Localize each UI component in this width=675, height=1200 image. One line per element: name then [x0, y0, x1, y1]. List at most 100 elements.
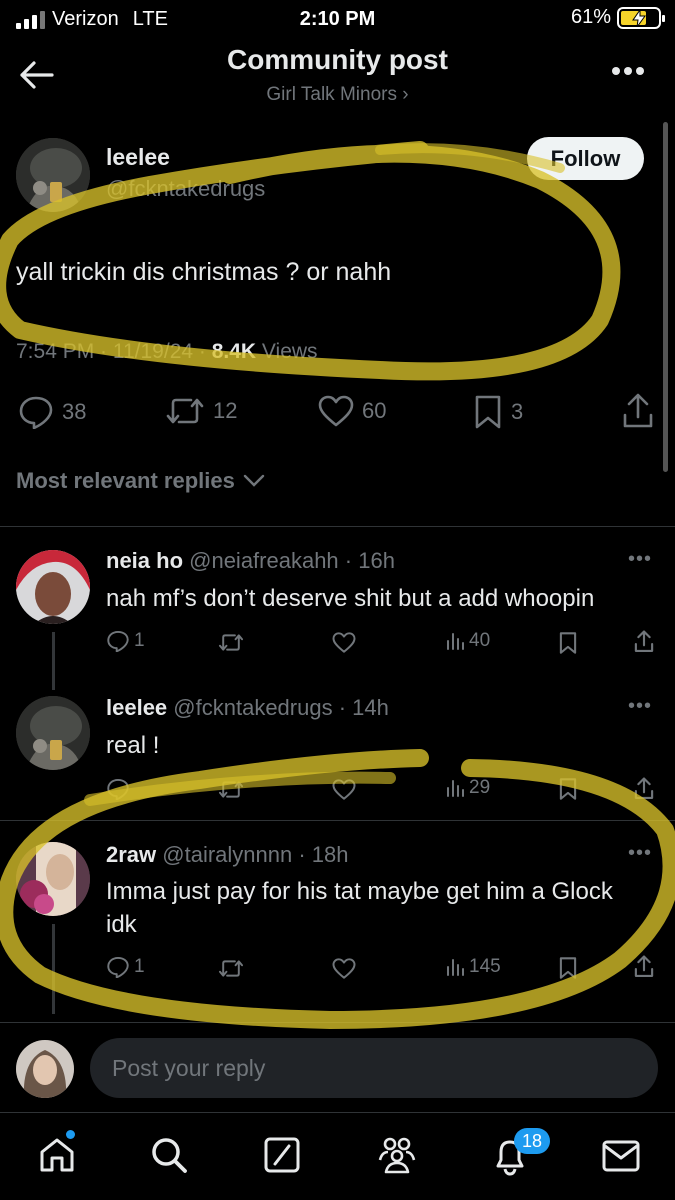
- reply-avatar[interactable]: [16, 842, 90, 916]
- bookmark-icon: [559, 632, 577, 654]
- reply-reply-action[interactable]: [106, 778, 130, 800]
- bookmark-action[interactable]: 3: [473, 395, 523, 429]
- sort-dropdown[interactable]: Most relevant replies: [16, 468, 265, 494]
- like-icon: [332, 632, 356, 653]
- bookmark-count: 3: [511, 399, 524, 424]
- repost-icon: [166, 398, 204, 424]
- scrollbar[interactable]: [663, 122, 668, 472]
- share-icon: [634, 630, 654, 652]
- views-icon: [447, 780, 464, 797]
- post-author-handle[interactable]: @fckntakedrugs: [106, 176, 265, 202]
- divider: [0, 1022, 675, 1023]
- repost-icon: [218, 781, 244, 798]
- follow-button[interactable]: Follow: [527, 137, 644, 180]
- thread-line: [52, 632, 55, 690]
- reply-author-meta: @neiafreakahh · 16h: [183, 548, 395, 573]
- thread-line: [52, 924, 55, 1014]
- bookmark-icon: [559, 957, 577, 979]
- home-notification-dot: [66, 1130, 75, 1139]
- reply-text-line: idk: [106, 911, 137, 938]
- reply-icon: [107, 630, 129, 652]
- reply-reply-action[interactable]: 1: [106, 956, 145, 978]
- tab-messages[interactable]: [602, 1140, 640, 1172]
- reply-action[interactable]: 38: [18, 395, 86, 429]
- reply-bookmark-action[interactable]: [558, 778, 578, 800]
- battery-group: 61%: [571, 6, 665, 29]
- reply-bookmark-action[interactable]: [558, 957, 578, 979]
- repost-icon: [218, 634, 244, 651]
- like-action[interactable]: 60: [318, 395, 386, 427]
- search-icon: [152, 1138, 187, 1173]
- reply-author-name[interactable]: 2raw: [106, 842, 156, 867]
- tab-search[interactable]: [150, 1136, 188, 1174]
- more-button[interactable]: [611, 66, 645, 76]
- reply-avatar[interactable]: [16, 550, 90, 624]
- post-meta: 7:54 PM · 11/19/24 · 8.4K Views: [16, 340, 318, 364]
- reply-icon: [19, 396, 53, 429]
- reply-icon: [107, 956, 129, 978]
- reply-share-action[interactable]: [634, 630, 654, 653]
- views-icon: [447, 959, 464, 976]
- reply-bookmark-action[interactable]: [558, 632, 578, 654]
- tab-bar: [0, 1112, 675, 1200]
- reply-input[interactable]: Post your reply: [90, 1038, 658, 1098]
- reply-share-action[interactable]: [634, 777, 654, 800]
- reply-more-button[interactable]: •••: [628, 842, 652, 865]
- reply-more-button[interactable]: •••: [628, 695, 652, 718]
- divider: [0, 820, 675, 821]
- avatar-photo: [16, 138, 90, 212]
- bookmark-icon: [475, 395, 501, 429]
- repost-icon: [218, 960, 244, 977]
- divider: [0, 526, 675, 527]
- tab-grok[interactable]: [264, 1137, 300, 1173]
- reply-reply-count: 1: [134, 630, 145, 651]
- reply-views-count: 29: [469, 777, 491, 798]
- composer-avatar[interactable]: [16, 1040, 74, 1098]
- share-action[interactable]: [622, 393, 654, 429]
- reply-views[interactable]: 29: [445, 777, 490, 799]
- reply-author-name[interactable]: leelee: [106, 695, 167, 720]
- reply-count: 38: [62, 399, 87, 424]
- reply-icon: [107, 778, 129, 800]
- reply-views[interactable]: 40: [445, 630, 490, 652]
- reply-repost-action[interactable]: [218, 632, 244, 653]
- reply-author-name[interactable]: neia ho: [106, 548, 183, 573]
- notifications-badge: 18: [514, 1128, 550, 1154]
- post-views-label: Views: [256, 340, 318, 363]
- post-timestamp: 7:54 PM · 11/19/24 ·: [16, 340, 212, 363]
- share-icon: [634, 955, 654, 977]
- repost-action[interactable]: 12: [165, 395, 237, 427]
- reply-share-action[interactable]: [634, 955, 654, 978]
- reply-like-action[interactable]: [332, 632, 356, 653]
- reply-repost-action[interactable]: [218, 958, 244, 979]
- reply-views-count: 145: [469, 956, 501, 977]
- sort-label: Most relevant replies: [16, 468, 235, 493]
- reply-more-button[interactable]: •••: [628, 548, 652, 571]
- share-icon: [623, 393, 653, 428]
- home-icon: [40, 1138, 74, 1172]
- page-title: Community post: [227, 44, 448, 75]
- bookmark-icon: [559, 778, 577, 800]
- like-icon: [332, 779, 356, 800]
- post-text: yall trickin dis christmas ? or nahh: [16, 258, 392, 286]
- communities-icon: [378, 1137, 416, 1174]
- post-author-name[interactable]: leelee: [106, 144, 170, 171]
- reply-like-action[interactable]: [332, 779, 356, 800]
- reply-avatar[interactable]: [16, 696, 90, 770]
- reply-text: real !: [106, 732, 160, 759]
- community-link[interactable]: Girl Talk Minors ›: [0, 84, 675, 106]
- like-icon: [318, 395, 354, 427]
- post-avatar[interactable]: [16, 138, 90, 212]
- reply-author-meta: @fckntakedrugs · 14h: [167, 695, 389, 720]
- reply-views-count: 40: [469, 630, 491, 651]
- tab-home[interactable]: [38, 1136, 76, 1174]
- reply-like-action[interactable]: [332, 958, 356, 979]
- reply-repost-action[interactable]: [218, 779, 244, 800]
- reply-reply-action[interactable]: 1: [106, 630, 145, 652]
- like-icon: [332, 958, 356, 979]
- reply-header: 2raw @tairalynnnn · 18h: [106, 842, 348, 868]
- chevron-down-icon: [243, 474, 265, 487]
- reply-views[interactable]: 145: [445, 956, 501, 978]
- tab-communities[interactable]: [376, 1136, 418, 1174]
- post-views-count: 8.4K: [211, 340, 257, 363]
